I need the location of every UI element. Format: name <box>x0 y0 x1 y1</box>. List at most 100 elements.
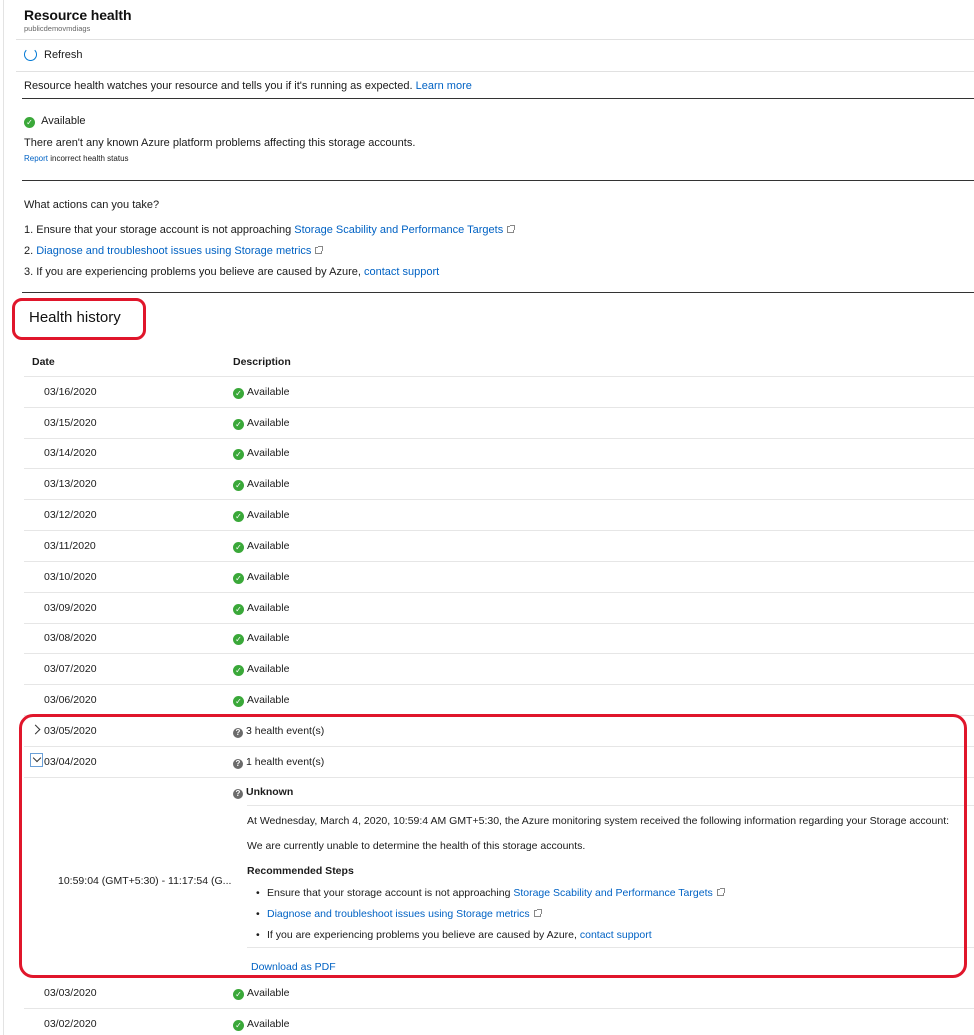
row-status: Available <box>247 540 290 552</box>
row-status: Available <box>247 602 290 614</box>
row-description: ✓ Available <box>233 602 289 615</box>
table-row[interactable]: 03/15/2020 ✓ Available <box>24 408 974 439</box>
check-circle-icon: ✓ <box>233 419 244 430</box>
table-row[interactable]: 03/13/2020 ✓ Available <box>24 469 974 500</box>
row-status: Available <box>247 386 290 398</box>
contact-support-link[interactable]: contact support <box>364 266 439 278</box>
row-date: 03/16/2020 <box>44 386 97 398</box>
row-status: Available <box>247 447 290 459</box>
resource-name: publicdemovmdiags <box>24 24 91 33</box>
action-item: 2. Diagnose and troubleshoot issues usin… <box>24 245 514 257</box>
row-status: Available <box>247 1018 290 1030</box>
refresh-button[interactable]: Refresh <box>24 48 83 61</box>
refresh-label: Refresh <box>44 48 83 61</box>
check-circle-icon: ✓ <box>233 573 244 584</box>
check-circle-icon: ✓ <box>233 511 244 522</box>
divider <box>22 292 974 293</box>
divider <box>16 39 974 40</box>
row-description: ✓ Available <box>233 987 289 1000</box>
row-date: 03/10/2020 <box>44 571 97 583</box>
row-date: 03/02/2020 <box>44 1018 97 1030</box>
check-circle-icon: ✓ <box>233 604 244 615</box>
check-circle-icon: ✓ <box>233 480 244 491</box>
scalability-targets-link[interactable]: Storage Scability and Performance Target… <box>294 224 503 236</box>
table-row[interactable]: 03/16/2020 ✓ Available <box>24 377 974 408</box>
row-description: ✓ Available <box>233 509 289 522</box>
row-date: 03/06/2020 <box>44 694 97 706</box>
row-date: 03/11/2020 <box>44 540 96 552</box>
page-title: Resource health <box>24 7 132 23</box>
event-highlight-box <box>19 714 967 978</box>
row-date: 03/03/2020 <box>44 987 97 999</box>
actions-title: What actions can you take? <box>24 199 160 211</box>
row-date: 03/14/2020 <box>44 447 97 459</box>
row-status: Available <box>247 663 290 675</box>
actions-section: What actions can you take? 1. Ensure tha… <box>24 199 516 287</box>
report-link[interactable]: Report <box>24 154 48 163</box>
status-description: There aren't any known Azure platform pr… <box>24 137 416 149</box>
learn-more-link[interactable]: Learn more <box>416 80 472 92</box>
blade-header: Resource health publicdemovmdiags <box>24 7 132 33</box>
check-circle-icon: ✓ <box>233 634 244 645</box>
row-description: ✓ Available <box>233 663 289 676</box>
row-status: Available <box>247 632 290 644</box>
check-circle-icon: ✓ <box>233 449 244 460</box>
refresh-icon <box>24 48 37 61</box>
check-circle-icon: ✓ <box>233 696 244 707</box>
column-header-date[interactable]: Date <box>32 352 55 376</box>
table-row[interactable]: 03/07/2020 ✓ Available <box>24 654 974 685</box>
action-item: 1. Ensure that your storage account is n… <box>24 224 516 236</box>
column-header-description[interactable]: Description <box>233 352 291 376</box>
divider <box>16 71 974 72</box>
row-status: Available <box>247 694 290 706</box>
table-row[interactable]: 03/11/2020 ✓ Available <box>24 531 974 562</box>
report-text: incorrect health status <box>50 154 129 163</box>
row-description: ✓ Available <box>233 1018 289 1031</box>
table-row[interactable]: 03/08/2020 ✓ Available <box>24 623 974 654</box>
check-circle-icon: ✓ <box>233 989 244 1000</box>
intro-text: Resource health watches your resource an… <box>24 80 472 92</box>
row-date: 03/15/2020 <box>44 417 97 429</box>
row-date: 03/08/2020 <box>44 632 97 644</box>
row-description: ✓ Available <box>233 447 289 460</box>
check-circle-icon: ✓ <box>233 1020 244 1031</box>
table-row[interactable]: 03/14/2020 ✓ Available <box>24 438 974 469</box>
row-status: Available <box>247 478 290 490</box>
row-description: ✓ Available <box>233 386 289 399</box>
row-description: ✓ Available <box>233 694 289 707</box>
row-status: Available <box>247 417 290 429</box>
row-date: 03/07/2020 <box>44 663 97 675</box>
external-link-icon <box>315 246 324 254</box>
row-description: ✓ Available <box>233 571 289 584</box>
row-description: ✓ Available <box>233 478 289 491</box>
check-circle-icon: ✓ <box>233 388 244 399</box>
table-row[interactable]: 03/02/2020 ✓ Available <box>24 1009 974 1035</box>
check-circle-icon: ✓ <box>233 665 244 676</box>
check-circle-icon: ✓ <box>233 542 244 553</box>
divider <box>22 180 974 181</box>
table-row[interactable]: 03/12/2020 ✓ Available <box>24 500 974 531</box>
report-line: Report incorrect health status <box>24 154 415 163</box>
row-status: Available <box>247 571 290 583</box>
blade-border <box>3 0 4 1035</box>
diagnose-link[interactable]: Diagnose and troubleshoot issues using S… <box>36 245 311 257</box>
row-description: ✓ Available <box>233 417 289 430</box>
row-status: Available <box>247 509 290 521</box>
row-date: 03/13/2020 <box>44 478 97 490</box>
row-description: ✓ Available <box>233 632 289 645</box>
action-text: 1. Ensure that your storage account is n… <box>24 224 295 236</box>
intro-description: Resource health watches your resource an… <box>24 80 413 92</box>
status-title: Available <box>41 115 86 127</box>
table-row[interactable]: 03/03/2020 ✓ Available <box>24 978 974 1009</box>
current-status: ✓ Available There aren't any known Azure… <box>24 115 415 163</box>
action-text: 2. <box>24 245 37 257</box>
check-circle-icon: ✓ <box>24 117 35 128</box>
external-link-icon <box>507 225 516 233</box>
row-date: 03/12/2020 <box>44 509 97 521</box>
table-row[interactable]: 03/09/2020 ✓ Available <box>24 593 974 624</box>
table-row[interactable]: 03/06/2020 ✓ Available <box>24 685 974 716</box>
divider <box>22 98 974 99</box>
table-row[interactable]: 03/10/2020 ✓ Available <box>24 562 974 593</box>
row-status: Available <box>247 987 290 999</box>
action-text: 3. If you are experiencing problems you … <box>24 266 364 278</box>
